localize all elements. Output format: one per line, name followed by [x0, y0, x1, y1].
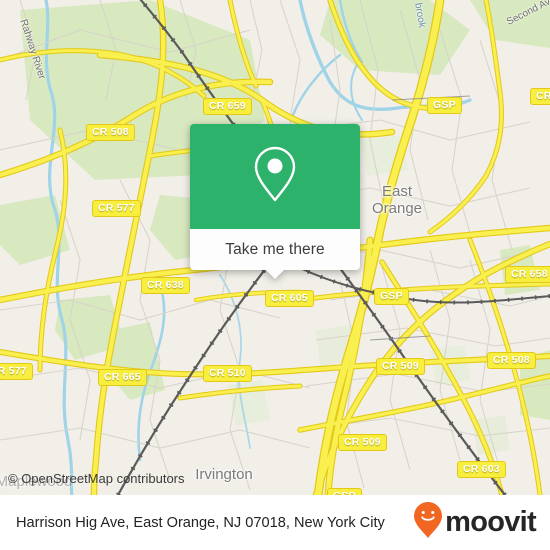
road-shield-cr-509-lower[interactable]: CR 509 — [338, 434, 387, 451]
take-me-there-button[interactable]: Take me there — [225, 241, 325, 259]
road-shield-cr-605[interactable]: CR 605 — [265, 290, 314, 307]
osm-attribution[interactable]: © OpenStreetMap contributors — [8, 471, 185, 486]
road-shield-cr-509-upper[interactable]: CR 509 — [376, 358, 425, 375]
city-label-east-orange-text: East Orange — [371, 183, 423, 217]
moovit-map-screen: Rahway River Second Ave brook East Orange… — [0, 0, 550, 550]
city-label-east-orange: East Orange — [357, 183, 437, 217]
bottom-info-bar: Harrison Hig Ave, East Orange, NJ 07018,… — [0, 495, 550, 550]
road-shield-cr-508[interactable]: CR 508 — [86, 124, 135, 141]
map-pin-icon — [252, 144, 298, 209]
moovit-pin-smile-icon — [413, 501, 443, 544]
road-shield-cr-510[interactable]: CR 510 — [203, 365, 252, 382]
road-shield-gsp-mid[interactable]: GSP — [374, 288, 409, 305]
road-shield-cr-658[interactable]: CR 658 — [505, 266, 550, 283]
road-shield-gsp-north[interactable]: GSP — [427, 97, 462, 114]
road-shield-cr-577-edge[interactable]: CR 577 — [0, 363, 33, 380]
road-shield-cr-665[interactable]: CR 665 — [98, 369, 147, 386]
road-shield-cr-603[interactable]: CR 603 — [457, 461, 506, 478]
address-text: Harrison Hig Ave, East Orange, NJ 07018,… — [16, 514, 385, 531]
moovit-brand[interactable]: moovit — [413, 501, 537, 544]
location-popup-card[interactable]: Take me there — [190, 124, 360, 279]
city-label-irvington: Irvington — [195, 466, 253, 483]
popup-tip-triangle — [266, 270, 284, 279]
road-shield-cr-508-east[interactable]: CR 508 — [487, 352, 536, 369]
moovit-wordmark: moovit — [445, 506, 537, 538]
road-shield-cr-577[interactable]: CR 577 — [92, 200, 141, 217]
road-shield-cr-659[interactable]: CR 659 — [203, 98, 252, 115]
popup-footer[interactable]: Take me there — [190, 229, 360, 279]
road-shield-cr-638[interactable]: CR 638 — [141, 277, 190, 294]
road-shield-gsp-south[interactable]: GSP — [327, 488, 362, 495]
popup-body — [190, 124, 360, 229]
road-shield-cr-edge-right[interactable]: CR 5 — [530, 88, 550, 105]
map-canvas[interactable]: Rahway River Second Ave brook East Orange… — [0, 0, 550, 495]
